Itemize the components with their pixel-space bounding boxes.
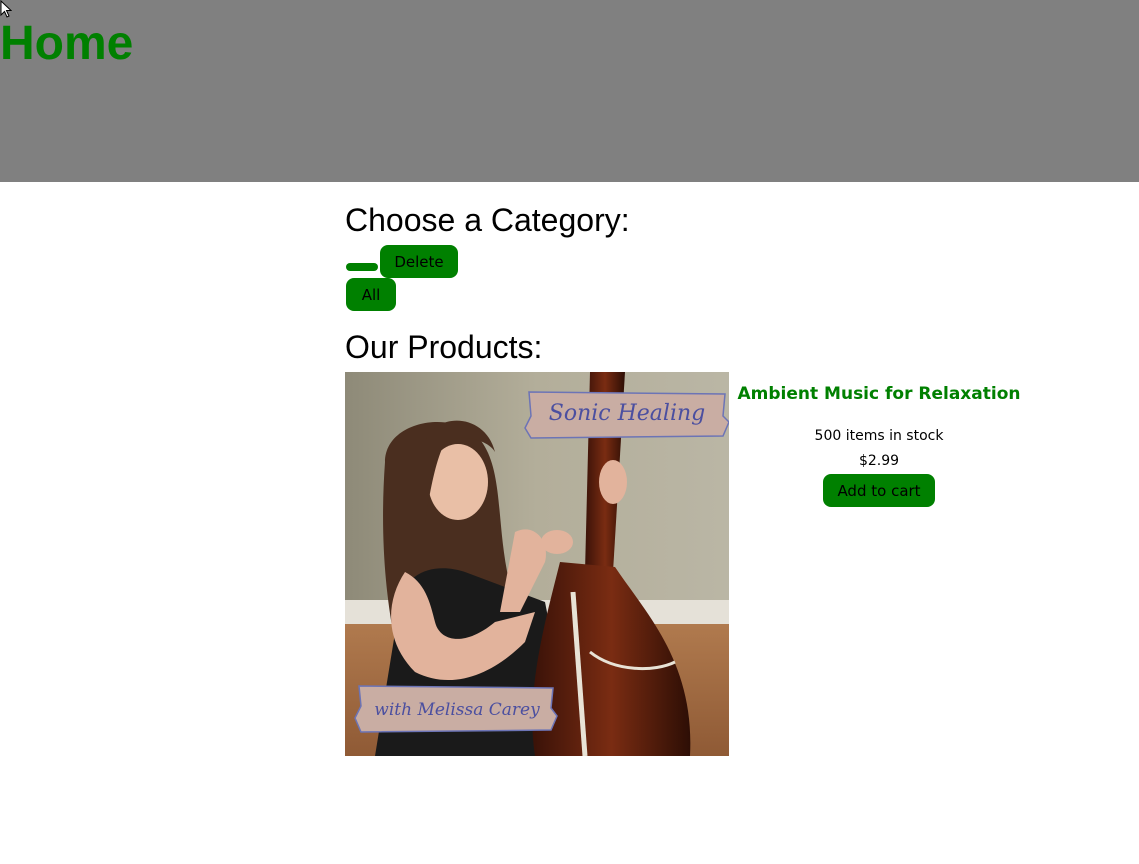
delete-button[interactable]: Delete <box>380 245 458 278</box>
image-banner-bottom-text: with Melissa Carey <box>374 700 540 720</box>
product-photo: Sonic Healing with Melissa Carey <box>345 372 729 756</box>
category-all-button[interactable]: All <box>346 278 396 311</box>
category-heading: Choose a Category: <box>345 202 630 238</box>
product-image: Sonic Healing with Melissa Carey <box>345 372 729 756</box>
image-banner-top-text: Sonic Healing <box>548 401 706 426</box>
page-header: Home <box>0 0 1139 182</box>
products-heading: Our Products: <box>345 329 543 365</box>
product-price: $2.99 <box>858 453 900 469</box>
mouse-cursor-icon <box>0 0 12 18</box>
page-title: Home <box>0 17 134 70</box>
add-to-cart-button[interactable]: Add to cart <box>823 474 935 507</box>
product-name[interactable]: Ambient Music for Relaxation <box>729 384 1029 404</box>
product-stock: 500 items in stock <box>814 428 944 444</box>
category-empty-button[interactable] <box>346 263 378 271</box>
